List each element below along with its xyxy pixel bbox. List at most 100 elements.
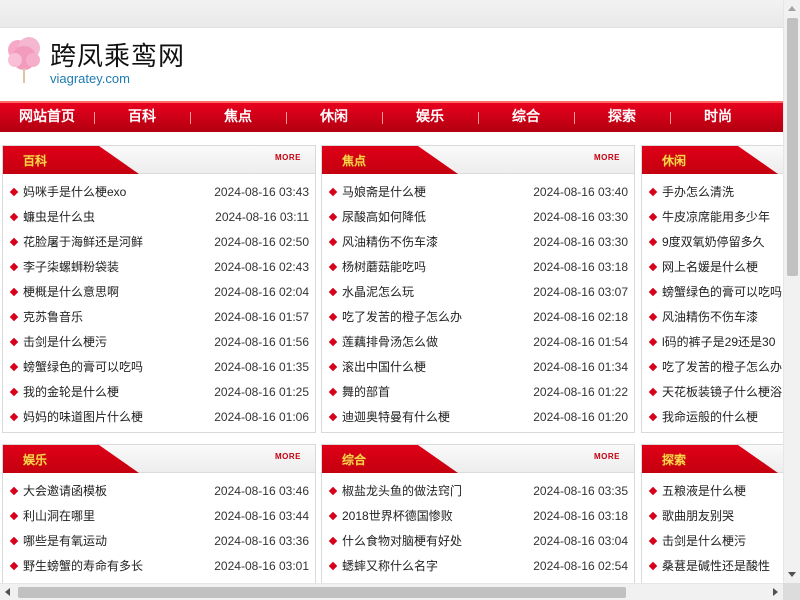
nav-item-home[interactable]: 网站首页 — [0, 103, 94, 132]
main-nav: 网站首页 百科 焦点 休闲 娱乐 综合 探索 时尚 — [0, 101, 783, 132]
scroll-down-icon[interactable] — [788, 572, 796, 577]
article-date: 2024-08-16 01:57 — [214, 310, 309, 324]
article-date: 2024-08-16 01:20 — [533, 410, 628, 424]
nav-item-encyclopedia[interactable]: 百科 — [94, 103, 190, 132]
article-link[interactable]: 滚出中国什么梗 — [342, 355, 426, 380]
panel-header: 探索 — [642, 445, 783, 473]
article-date: 2024-08-16 03:18 — [533, 260, 628, 274]
vertical-scrollbar[interactable] — [783, 0, 800, 583]
article-link[interactable]: 妈妈的味道图片什么梗 — [23, 405, 143, 430]
bullet-icon — [648, 387, 658, 397]
bullet-icon — [648, 187, 658, 197]
panel-title[interactable]: 综合 — [342, 451, 366, 468]
article-link[interactable]: 野生螃蟹的寿命有多长 — [23, 554, 143, 579]
article-link[interactable]: 大会邀请函模板 — [23, 479, 107, 504]
list-item: 五粮液是什么梗 — [642, 479, 783, 504]
list-item: 击剑是什么梗污 2024-08-16 01:56 — [3, 330, 315, 355]
article-link[interactable]: 风油精伤不伤车漆 — [662, 305, 758, 330]
scroll-up-icon[interactable] — [788, 6, 796, 11]
bullet-icon — [328, 387, 338, 397]
bullet-icon — [648, 212, 658, 222]
article-link[interactable]: 天花板装镜子什么梗浴 — [662, 380, 782, 405]
article-link[interactable]: 风油精伤不伤车漆 — [342, 230, 438, 255]
article-link[interactable]: 马娘斋是什么梗 — [342, 180, 426, 205]
list-item: l码的裤子是29还是30 — [642, 330, 783, 355]
article-link[interactable]: 击剑是什么梗污 — [23, 330, 107, 355]
article-link[interactable]: 妈咪手是什么梗exo — [23, 180, 126, 205]
article-link[interactable]: 椒盐龙头鱼的做法窍门 — [342, 479, 462, 504]
article-link[interactable]: 梗概是什么意思啊 — [23, 280, 119, 305]
article-link[interactable]: 9度双氧奶停留多久 — [662, 230, 765, 255]
list-item: 水晶泥怎么玩 2024-08-16 03:07 — [322, 280, 634, 305]
list-item: 迪迦奥特曼有什么梗 2024-08-16 01:20 — [322, 405, 634, 430]
horizontal-scrollbar[interactable] — [0, 583, 783, 600]
article-list: 五粮液是什么梗 歌曲朋友别哭 击剑是什么梗污 桑葚是碱性还是酸性 — [642, 473, 783, 579]
panel-header: 百科 MORE — [3, 146, 315, 174]
article-link[interactable]: 莲藕排骨汤怎么做 — [342, 330, 438, 355]
bullet-icon — [9, 262, 19, 272]
article-link[interactable]: l码的裤子是29还是30 — [662, 330, 775, 355]
list-item: 梗概是什么意思啊 2024-08-16 02:04 — [3, 280, 315, 305]
article-link[interactable]: 螃蟹绿色的膏可以吃吗 — [662, 280, 782, 305]
bullet-icon — [328, 511, 338, 521]
article-link[interactable]: 歌曲朋友别哭 — [662, 504, 734, 529]
article-link[interactable]: 吃了发苦的橙子怎么办 — [342, 305, 462, 330]
panel-entertainment: 娱乐 MORE 大会邀请函模板 2024-08-16 03:46 利山洞在哪里 20… — [2, 444, 316, 583]
article-link[interactable]: 水晶泥怎么玩 — [342, 280, 414, 305]
nav-item-entertainment[interactable]: 娱乐 — [382, 103, 478, 132]
article-link[interactable]: 迪迦奥特曼有什么梗 — [342, 405, 450, 430]
cotton-candy-icon[interactable] — [6, 36, 42, 84]
panel-title[interactable]: 娱乐 — [23, 451, 47, 468]
article-link[interactable]: 我的金轮是什么梗 — [23, 380, 119, 405]
panel-title[interactable]: 百科 — [23, 152, 47, 169]
article-link[interactable]: 花脸屠于海鲜还是河鲜 — [23, 230, 143, 255]
article-date: 2024-08-16 03:30 — [533, 235, 628, 249]
horizontal-scroll-thumb[interactable] — [18, 587, 626, 598]
article-date: 2024-08-16 03:43 — [214, 185, 309, 199]
vertical-scroll-thumb[interactable] — [787, 18, 798, 276]
bullet-icon — [648, 511, 658, 521]
scroll-right-icon[interactable] — [773, 588, 778, 596]
article-link[interactable]: 网上名媛是什么梗 — [662, 255, 758, 280]
article-link[interactable]: 克苏鲁音乐 — [23, 305, 83, 330]
more-link[interactable]: MORE — [594, 153, 620, 162]
article-link[interactable]: 杨树蘑菇能吃吗 — [342, 255, 426, 280]
article-link[interactable]: 尿酸高如何降低 — [342, 205, 426, 230]
more-link[interactable]: MORE — [275, 452, 301, 461]
site-title[interactable]: 跨凤乘鸾网 — [50, 36, 185, 73]
site-domain[interactable]: viagratey.com — [50, 71, 130, 86]
nav-item-explore[interactable]: 探索 — [574, 103, 670, 132]
article-link[interactable]: 我命运般的什么梗 — [662, 405, 758, 430]
article-link[interactable]: 桑葚是碱性还是酸性 — [662, 554, 770, 579]
article-link[interactable]: 蠊虫是什么虫 — [23, 205, 95, 230]
article-link[interactable]: 吃了发苦的橙子怎么办 — [662, 355, 782, 380]
article-link[interactable]: 哪些是有氧运动 — [23, 529, 107, 554]
article-link[interactable]: 牛皮凉席能用多少年 — [662, 205, 770, 230]
panel-header: 娱乐 MORE — [3, 445, 315, 473]
bullet-icon — [648, 412, 658, 422]
article-link[interactable]: 什么食物对脑梗有好处 — [342, 529, 462, 554]
panel-title[interactable]: 探索 — [662, 451, 686, 468]
more-link[interactable]: MORE — [275, 153, 301, 162]
nav-item-general[interactable]: 综合 — [478, 103, 574, 132]
list-item: 哪些是有氧运动 2024-08-16 03:36 — [3, 529, 315, 554]
scroll-left-icon[interactable] — [5, 588, 10, 596]
panel-title[interactable]: 焦点 — [342, 152, 366, 169]
more-link[interactable]: MORE — [594, 452, 620, 461]
list-item: 野生螃蟹的寿命有多长 2024-08-16 03:01 — [3, 554, 315, 579]
article-link[interactable]: 蟋蟀又称什么名字 — [342, 554, 438, 579]
article-link[interactable]: 利山洞在哪里 — [23, 504, 95, 529]
article-link[interactable]: 2018世界杯德国惨败 — [342, 504, 453, 529]
article-link[interactable]: 手办怎么清洗 — [662, 180, 734, 205]
panel-header: 焦点 MORE — [322, 146, 634, 174]
article-link[interactable]: 李子柒螺蛳粉袋装 — [23, 255, 119, 280]
article-link[interactable]: 五粮液是什么梗 — [662, 479, 746, 504]
panel-title[interactable]: 休闲 — [662, 152, 686, 169]
bullet-icon — [9, 237, 19, 247]
article-link[interactable]: 舞的部首 — [342, 380, 390, 405]
article-link[interactable]: 击剑是什么梗污 — [662, 529, 746, 554]
nav-item-focus[interactable]: 焦点 — [190, 103, 286, 132]
nav-item-leisure[interactable]: 休闲 — [286, 103, 382, 132]
nav-item-fashion[interactable]: 时尚 — [670, 103, 766, 132]
article-link[interactable]: 螃蟹绿色的膏可以吃吗 — [23, 355, 143, 380]
